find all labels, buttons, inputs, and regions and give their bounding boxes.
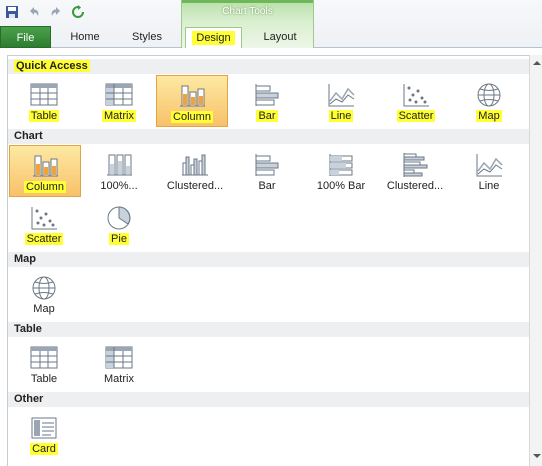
- tab-styles[interactable]: Styles: [122, 27, 172, 48]
- stacked-100-column-icon: [104, 151, 134, 179]
- item-label: Table: [28, 110, 60, 122]
- clustered-column-icon: [180, 151, 210, 179]
- item-label: Map: [476, 110, 502, 122]
- matrix-icon: [104, 344, 134, 372]
- chart-100-bar-button[interactable]: 100% Bar: [306, 145, 376, 197]
- item-label: Line: [328, 110, 354, 122]
- gallery-scrollbar[interactable]: [529, 55, 542, 466]
- section-quick-access: Quick Access: [8, 59, 530, 74]
- quick-access-toolbar: [4, 3, 86, 21]
- item-label: 100% Bar: [316, 180, 366, 192]
- scatter-chart-icon: [401, 81, 431, 109]
- item-label: Column: [24, 181, 66, 193]
- item-label: Pie: [109, 233, 129, 245]
- tab-design[interactable]: Design: [185, 27, 242, 48]
- scatter-chart-icon: [29, 204, 59, 232]
- matrix-button[interactable]: Matrix: [84, 338, 154, 390]
- bar-chart-icon: [252, 151, 282, 179]
- globe-icon: [29, 274, 59, 302]
- quick-scatter-button[interactable]: Scatter: [381, 75, 451, 127]
- pie-chart-icon: [104, 204, 134, 232]
- item-label: Scatter: [396, 110, 436, 122]
- item-label: Matrix: [102, 110, 136, 122]
- chart-scatter-button[interactable]: Scatter: [9, 198, 79, 250]
- refresh-icon[interactable]: [70, 4, 86, 20]
- item-label: Clustered...: [386, 180, 444, 192]
- tab-layout[interactable]: Layout: [250, 27, 310, 48]
- column-chart-icon: [30, 152, 60, 180]
- quick-table-button[interactable]: Table: [9, 75, 79, 127]
- save-icon[interactable]: [4, 4, 20, 20]
- item-label: Bar: [256, 110, 278, 122]
- section-title: Table: [14, 323, 42, 335]
- section-title: Map: [14, 253, 36, 265]
- quick-bar-button[interactable]: Bar: [232, 75, 302, 127]
- tab-home[interactable]: Home: [60, 27, 110, 48]
- chart-pie-button[interactable]: Pie: [84, 198, 154, 250]
- chart-clustered-column-button[interactable]: Clustered...: [158, 145, 232, 197]
- section-table: Table: [8, 322, 530, 337]
- scroll-up-icon[interactable]: [533, 61, 541, 65]
- line-chart-icon: [326, 81, 356, 109]
- ribbon: Chart Tools File Home Styles Design Layo…: [0, 0, 542, 48]
- tab-design-label: Design: [192, 31, 235, 45]
- section-title: Quick Access: [14, 60, 90, 72]
- section-title: Other: [14, 393, 44, 405]
- item-label: Clustered...: [166, 180, 224, 192]
- item-label: Table: [30, 373, 58, 385]
- item-label: Column: [171, 111, 213, 123]
- map-button[interactable]: Map: [9, 268, 79, 320]
- item-label: Scatter: [24, 233, 64, 245]
- quick-column-button[interactable]: Column: [156, 75, 228, 127]
- line-chart-icon: [474, 151, 504, 179]
- chart-bar-button[interactable]: Bar: [232, 145, 302, 197]
- section-map: Map: [8, 252, 530, 267]
- chart-clustered-bar-button[interactable]: Clustered...: [378, 145, 452, 197]
- tab-file[interactable]: File: [0, 26, 51, 48]
- item-label: Matrix: [104, 373, 134, 385]
- item-label: 100%...: [100, 180, 138, 192]
- stacked-100-bar-icon: [326, 151, 356, 179]
- table-icon: [29, 81, 59, 109]
- undo-icon[interactable]: [26, 4, 42, 20]
- column-chart-icon: [177, 82, 207, 110]
- globe-icon: [474, 81, 504, 109]
- bar-chart-icon: [252, 81, 282, 109]
- section-title: Chart: [14, 130, 43, 142]
- table-icon: [29, 344, 59, 372]
- item-label: Bar: [258, 180, 276, 192]
- card-button[interactable]: Card: [9, 408, 79, 460]
- item-label: Map: [33, 303, 55, 315]
- quick-line-button[interactable]: Line: [306, 75, 376, 127]
- quick-matrix-button[interactable]: Matrix: [84, 75, 154, 127]
- redo-icon[interactable]: [48, 4, 64, 20]
- visualization-gallery: Quick Access Table Matrix Column Bar Lin…: [7, 55, 530, 466]
- clustered-bar-icon: [400, 151, 430, 179]
- item-label: Card: [30, 443, 58, 455]
- section-chart: Chart: [8, 129, 530, 144]
- matrix-icon: [104, 81, 134, 109]
- table-button[interactable]: Table: [9, 338, 79, 390]
- chart-column-button[interactable]: Column: [9, 145, 81, 197]
- scroll-down-icon[interactable]: [533, 454, 541, 458]
- chart-100-column-button[interactable]: 100%...: [84, 145, 154, 197]
- item-label: Line: [478, 180, 500, 192]
- context-group-title: Chart Tools: [222, 6, 273, 17]
- quick-map-button[interactable]: Map: [454, 75, 524, 127]
- section-other: Other: [8, 392, 530, 407]
- chart-line-button[interactable]: Line: [454, 145, 524, 197]
- card-icon: [29, 414, 59, 442]
